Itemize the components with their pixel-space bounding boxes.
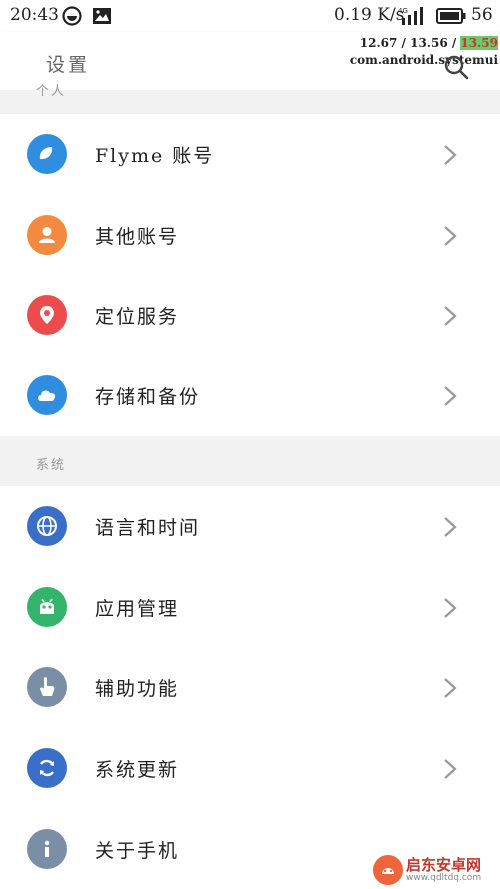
signal-icon: 4G [398,7,423,25]
settings-item-accessibility[interactable]: 辅助功能 [0,647,500,727]
settings-item-label: 关于手机 [95,840,180,862]
info-icon [27,829,67,869]
chevron-right-icon [444,517,457,537]
globe-icon [27,506,67,546]
location-pin-icon [27,295,67,335]
chevron-right-icon [444,145,457,165]
settings-item-storage-backup[interactable]: 存储和备份 [0,355,500,435]
chevron-right-icon [444,306,457,326]
notification-circle-icon [62,6,82,26]
settings-item-app-management[interactable]: 应用管理 [0,567,500,647]
settings-item-label: 其他账号 [95,226,180,248]
settings-item-label: 系统更新 [95,759,180,781]
chevron-right-icon [444,759,457,779]
section-label-system: 系统 [36,458,67,473]
cloud-icon [27,375,67,415]
chevron-right-icon [444,678,457,698]
svg-text:4G: 4G [398,7,408,15]
section-personal: 个人 [0,84,500,114]
settings-item-other-accounts[interactable]: 其他账号 [0,195,500,275]
watermark-text: 启东安卓网 [406,856,482,874]
overlay-highlight: 13.59 [460,36,498,50]
overlay-process: com.android.systemui [349,53,498,67]
person-icon [27,215,67,255]
debug-overlay: 12.67 / 13.56 / 13.59 com.android.system… [350,35,498,69]
overlay-values: 12.67 / 13.56 / [359,36,461,50]
settings-item-label: 辅助功能 [95,678,180,700]
settings-item-label: 定位服务 [95,306,180,328]
settings-item-label: 语言和时间 [95,517,201,539]
battery-icon [436,8,466,24]
search-icon[interactable] [443,54,469,80]
settings-item-label: 应用管理 [95,598,180,620]
status-time: 20:43 [10,5,59,25]
title-bar: 设置 12.67 / 13.56 / 13.59 com.android.sys… [0,32,500,90]
image-icon [93,8,111,24]
settings-item-label: Flyme 账号 [95,145,215,167]
section-label-personal: 个人 [36,84,67,99]
watermark-url: www.qdltdq.com [406,873,482,883]
chevron-right-icon [444,386,457,406]
hand-icon [27,667,67,707]
settings-item-label: 存储和备份 [95,386,201,408]
settings-item-system-update[interactable]: 系统更新 [0,728,500,808]
flyme-icon [27,134,67,174]
chevron-right-icon [444,226,457,246]
network-speed: 0.19 K/s [334,5,405,25]
settings-item-location[interactable]: 定位服务 [0,275,500,355]
watermark: 启东安卓网 www.qdltdq.com [370,852,500,889]
status-bar: 20:43 0.19 K/s 4G 56 [0,0,500,32]
settings-item-flyme-account[interactable]: Flyme 账号 [0,114,500,194]
settings-item-language-time[interactable]: 语言和时间 [0,486,500,566]
section-system: 系统 [0,436,500,486]
android-icon [27,587,67,627]
page-title: 设置 [46,54,91,76]
battery-level: 56 [471,5,493,25]
chevron-right-icon [444,598,457,618]
watermark-logo-icon [373,855,403,885]
refresh-icon [27,748,67,788]
